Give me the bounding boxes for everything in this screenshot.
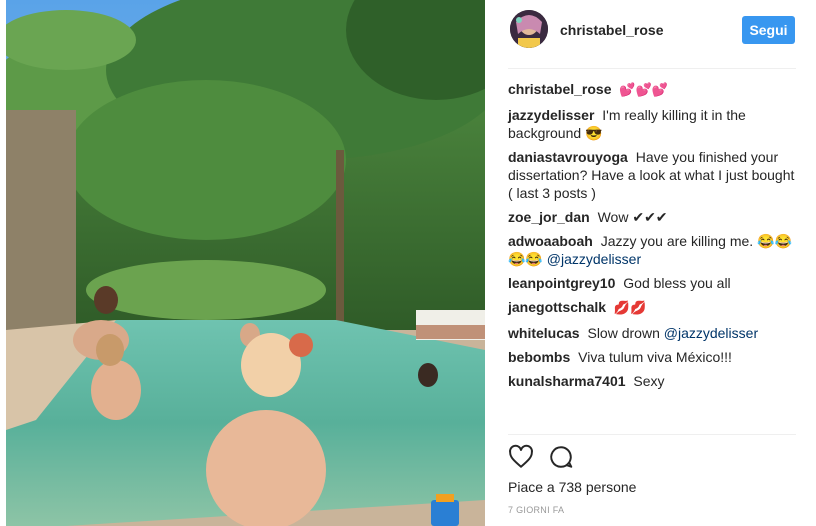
comment-text: Sexy <box>633 373 665 389</box>
post-timestamp: 7 GIORNI FA <box>508 505 565 515</box>
comment-mention[interactable]: @jazzydelisser <box>547 251 641 267</box>
comment-item: whitelucas Slow drown @jazzydelisser <box>508 324 798 342</box>
author-avatar[interactable] <box>510 10 548 48</box>
post-photo[interactable] <box>6 0 485 526</box>
comment-text: God bless you all <box>623 275 731 291</box>
heart-icon[interactable] <box>508 444 536 472</box>
comment-username[interactable]: daniastavrouyoga <box>508 149 628 165</box>
caption: christabel_rose 💕💕💕 <box>508 80 798 100</box>
comment-item: daniastavrouyoga Have you finished your … <box>508 148 798 202</box>
comment-item: adwoaaboah Jazzy you are killing me. 😂😂😂… <box>508 232 798 268</box>
comment-username[interactable]: whitelucas <box>508 325 580 341</box>
actions-divider <box>508 434 796 435</box>
author-username[interactable]: christabel_rose <box>560 22 664 38</box>
comment-username[interactable]: bebombs <box>508 349 570 365</box>
comment-item: zoe_jor_dan Wow ✔✔✔ <box>508 208 798 226</box>
post-actions <box>508 444 628 474</box>
comment-username[interactable]: janegottschalk <box>508 299 606 315</box>
comment-username[interactable]: kunalsharma7401 <box>508 373 626 389</box>
caption-text: 💕💕💕 <box>619 83 668 98</box>
post-header: christabel_rose Segui <box>486 0 816 68</box>
comment-item: janegottschalk 💋💋 <box>508 298 798 318</box>
comment-item: bebombs Viva tulum viva México!!! <box>508 348 798 366</box>
comment-mention[interactable]: @jazzydelisser <box>664 325 758 341</box>
comment-text: Viva tulum viva México!!! <box>578 349 732 365</box>
comment-text: 💋💋 <box>613 301 647 316</box>
comment-bubble-icon[interactable] <box>548 444 576 472</box>
comment-list: christabel_rose 💕💕💕 jazzydelisser I'm re… <box>508 80 798 396</box>
header-divider <box>508 68 796 69</box>
comment-item: kunalsharma7401 Sexy <box>508 372 798 390</box>
likes-count[interactable]: Piace a 738 persone <box>508 479 636 495</box>
comment-text: Wow ✔✔✔ <box>597 209 668 225</box>
comment-item: leanpointgrey10 God bless you all <box>508 274 798 292</box>
comment-username[interactable]: jazzydelisser <box>508 107 594 123</box>
avatar-image <box>510 10 548 48</box>
comment-text: Slow drown <box>587 325 660 341</box>
post-sidebar: christabel_rose Segui christabel_rose 💕💕… <box>486 0 816 526</box>
comment-username[interactable]: adwoaaboah <box>508 233 593 249</box>
caption-username[interactable]: christabel_rose <box>508 81 612 97</box>
follow-button[interactable]: Segui <box>742 16 795 44</box>
pool-scene-image <box>6 0 485 526</box>
comment-username[interactable]: zoe_jor_dan <box>508 209 590 225</box>
comment-username[interactable]: leanpointgrey10 <box>508 275 615 291</box>
comment-item: jazzydelisser I'm really killing it in t… <box>508 106 798 142</box>
